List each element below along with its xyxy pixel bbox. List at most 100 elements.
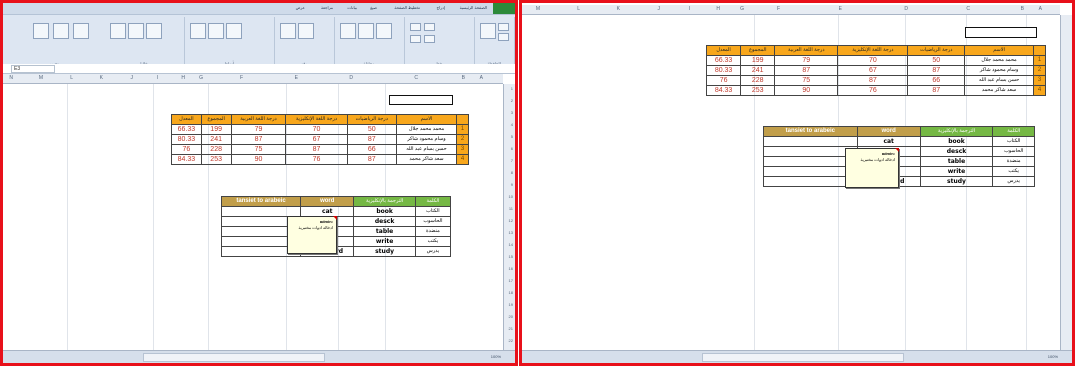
row-header[interactable]: 17 bbox=[509, 278, 513, 283]
name-box[interactable]: E3 bbox=[11, 65, 55, 73]
arabic-cell[interactable]: 75 bbox=[774, 75, 839, 86]
paste-icon[interactable] bbox=[480, 23, 496, 39]
english-cell[interactable]: 70 bbox=[285, 124, 348, 135]
insert-cells-icon[interactable] bbox=[110, 23, 126, 39]
total-cell[interactable]: 253 bbox=[200, 154, 232, 165]
arabic-cell[interactable]: يدرس bbox=[992, 176, 1035, 187]
col-header[interactable]: B bbox=[462, 75, 465, 81]
col-header[interactable]: H bbox=[181, 75, 185, 81]
wrap-text-icon[interactable] bbox=[340, 23, 356, 39]
col-header[interactable]: I bbox=[689, 6, 690, 12]
tab-view[interactable]: عرض bbox=[296, 5, 305, 10]
row-header[interactable]: 7 bbox=[511, 158, 513, 163]
col-header[interactable]: L bbox=[70, 75, 73, 81]
col-header[interactable]: D bbox=[349, 75, 353, 81]
row-header[interactable]: 13 bbox=[509, 230, 513, 235]
col-header[interactable]: A bbox=[480, 75, 483, 81]
col-english[interactable]: درجة اللغة الإنكليزية bbox=[837, 45, 909, 56]
english-cell[interactable]: book bbox=[353, 206, 416, 217]
col-header[interactable]: M bbox=[536, 6, 540, 12]
total-cell[interactable]: 199 bbox=[740, 55, 776, 66]
row-header[interactable]: 2 bbox=[511, 98, 513, 103]
col-header[interactable]: L bbox=[577, 6, 580, 12]
row-header[interactable]: 15 bbox=[509, 254, 513, 259]
arabic-cell[interactable]: يكتب bbox=[414, 236, 452, 247]
arabic-cell[interactable]: الكتاب bbox=[992, 136, 1035, 147]
col-header[interactable]: N bbox=[9, 75, 13, 81]
tab-formulas[interactable]: صيغ bbox=[370, 5, 377, 10]
col-translate-arabic[interactable]: tansiet to arabeic bbox=[220, 196, 302, 207]
translation-cell[interactable] bbox=[763, 136, 858, 147]
number-format-icon[interactable] bbox=[280, 23, 296, 39]
avg-cell[interactable]: 66.33 bbox=[171, 124, 202, 135]
col-header[interactable]: E bbox=[839, 6, 842, 12]
avg-cell[interactable]: 76 bbox=[705, 75, 742, 86]
row-header[interactable]: 22 bbox=[509, 338, 513, 343]
math-cell[interactable]: 87 bbox=[346, 134, 397, 145]
row-header[interactable]: 21 bbox=[509, 326, 513, 331]
col-header[interactable]: J bbox=[131, 75, 134, 81]
row-header[interactable]: 1 bbox=[511, 86, 513, 91]
tab-insert[interactable]: إدراج bbox=[436, 5, 445, 10]
math-cell[interactable]: 66 bbox=[346, 144, 397, 155]
total-cell[interactable]: 228 bbox=[200, 144, 232, 155]
name-cell[interactable]: محمد محمد جلال bbox=[964, 55, 1034, 66]
english-cell[interactable]: write bbox=[353, 236, 416, 247]
col-word-arabic[interactable]: الكلمة bbox=[992, 126, 1035, 137]
row-header[interactable]: 12 bbox=[509, 218, 513, 223]
math-cell[interactable]: 50 bbox=[907, 55, 966, 66]
translation-cell[interactable] bbox=[220, 206, 302, 217]
index-cell[interactable]: 2 bbox=[1033, 65, 1046, 76]
english-cell[interactable]: table bbox=[919, 156, 994, 167]
col-header[interactable]: K bbox=[100, 75, 103, 81]
font-size-icon[interactable] bbox=[410, 23, 421, 31]
math-cell[interactable]: 66 bbox=[907, 75, 966, 86]
index-cell[interactable]: 2 bbox=[456, 134, 469, 145]
col-word[interactable]: word bbox=[300, 196, 355, 207]
row-header[interactable]: 16 bbox=[509, 266, 513, 271]
english-cell[interactable]: 67 bbox=[285, 134, 348, 145]
english-cell[interactable]: write bbox=[919, 166, 994, 177]
arabic-cell[interactable]: 87 bbox=[774, 65, 839, 76]
arabic-cell[interactable]: 90 bbox=[230, 154, 287, 165]
index-cell[interactable]: 1 bbox=[1033, 55, 1046, 66]
row-header[interactable]: 5 bbox=[511, 134, 513, 139]
english-cell[interactable]: study bbox=[353, 246, 416, 257]
cell-styles-icon[interactable] bbox=[226, 23, 242, 39]
tab-home[interactable]: الصفحة الرئيسية bbox=[460, 5, 487, 10]
name-cell[interactable]: حسن بسام عبد الله bbox=[395, 144, 458, 155]
avg-cell[interactable]: 80.33 bbox=[171, 134, 202, 145]
index-header[interactable] bbox=[456, 114, 469, 125]
col-total[interactable]: المجموع bbox=[740, 45, 776, 56]
col-math[interactable]: درجة الرياضيات bbox=[907, 45, 966, 56]
avg-cell[interactable]: 80.33 bbox=[705, 65, 742, 76]
file-tab[interactable] bbox=[493, 3, 515, 14]
row-header[interactable]: 3 bbox=[511, 110, 513, 115]
total-cell[interactable]: 241 bbox=[200, 134, 232, 145]
arabic-cell[interactable]: 90 bbox=[774, 85, 839, 96]
row-header[interactable]: 11 bbox=[509, 206, 513, 211]
tab-page-layout[interactable]: تخطيط الصفحة bbox=[394, 5, 420, 10]
row-header[interactable]: 14 bbox=[509, 242, 513, 247]
align-right-icon[interactable] bbox=[376, 23, 392, 39]
tab-review[interactable]: مراجعة bbox=[321, 5, 333, 10]
col-arabic[interactable]: درجة اللغة العربية bbox=[230, 114, 287, 125]
math-cell[interactable]: 50 bbox=[346, 124, 397, 135]
col-english-translation[interactable]: الترجمة بالإنكليزية bbox=[919, 126, 994, 137]
name-cell[interactable]: حسن بسام عبد الله bbox=[964, 75, 1034, 86]
cell-comment[interactable]: admin: ادخاله ادوات مختبرية bbox=[287, 216, 337, 254]
horizontal-scrollbar[interactable] bbox=[702, 353, 904, 362]
col-english[interactable]: درجة اللغة الإنكليزية bbox=[285, 114, 348, 125]
row-header[interactable]: 18 bbox=[509, 290, 513, 295]
total-cell[interactable]: 228 bbox=[740, 75, 776, 86]
zoom-level[interactable]: 100% bbox=[1048, 354, 1058, 359]
arabic-cell[interactable]: يكتب bbox=[992, 166, 1035, 177]
italic-icon[interactable] bbox=[424, 35, 435, 43]
arabic-cell[interactable]: الكتاب bbox=[414, 206, 452, 217]
conditional-format-icon[interactable] bbox=[190, 23, 206, 39]
index-cell[interactable]: 4 bbox=[456, 154, 469, 165]
name-cell[interactable]: سعد شاكر محمد bbox=[395, 154, 458, 165]
index-cell[interactable]: 3 bbox=[456, 144, 469, 155]
selected-cell[interactable] bbox=[965, 27, 1037, 38]
col-header[interactable]: A bbox=[1039, 6, 1042, 12]
